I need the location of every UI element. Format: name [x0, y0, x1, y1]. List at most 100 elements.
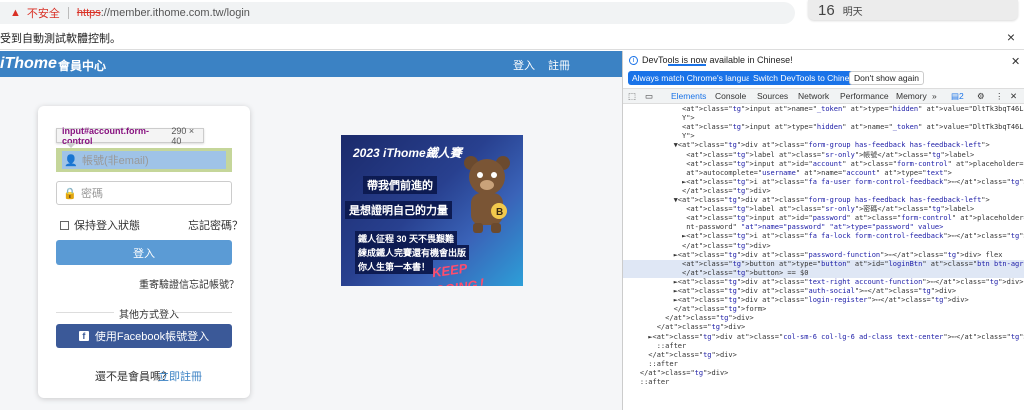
tab-network[interactable]: Network [798, 91, 829, 101]
account-input[interactable]: 👤 帳號(非email) [62, 151, 226, 169]
facebook-login-label: 使用Facebook帳號登入 [94, 331, 210, 343]
forgot-account-link[interactable]: 忘記帳號？ [189, 276, 239, 291]
tab-console[interactable]: Console [715, 91, 746, 101]
warning-icon[interactable]: ▲ [10, 7, 21, 19]
device-toolbar-icon[interactable]: ▭ [645, 91, 653, 102]
match-language-button[interactable]: Always match Chrome's language [628, 71, 765, 85]
close-icon[interactable]: × [1004, 30, 1018, 44]
dom-node-line[interactable]: <at">class="tg">input at">id="password" … [623, 214, 1024, 223]
dom-node-line[interactable]: <at">class="tg">input at">name="_token" … [623, 105, 1024, 114]
address-bar[interactable]: ▲ 不安全 https://member.ithome.com.tw/login [0, 2, 795, 24]
dom-node-line[interactable]: ::after [623, 342, 1024, 351]
dom-node-line[interactable]: ::after [623, 360, 1024, 369]
divider [174, 312, 232, 313]
inspect-element-icon[interactable]: ⬚ [628, 91, 636, 102]
dom-node-line[interactable]: ::after [623, 378, 1024, 387]
dom-node-line[interactable]: ►<at">class="tg">i at">class="fa fa-lock… [623, 232, 1024, 241]
dom-node-line[interactable]: ►<at">class="tg">div at">class="auth-soc… [623, 287, 1024, 296]
dom-node-line[interactable]: ►<at">class="tg">div at">class="col-sm-6… [623, 333, 1024, 342]
dom-node-line[interactable]: </at">class="tg">div> [623, 314, 1024, 323]
settings-gear-icon[interactable]: ⚙ [977, 91, 985, 102]
close-devtools-icon[interactable]: ✕ [1010, 91, 1017, 102]
remember-label: 保持登入狀態 [74, 220, 140, 232]
kebab-menu-icon[interactable]: ⋮ [995, 91, 1004, 102]
password-placeholder: 密碼 [81, 188, 103, 200]
dom-node-line[interactable]: <at">class="tg">input at">type="hidden" … [623, 123, 1024, 132]
weather-day-label: 明天 [842, 6, 863, 18]
facebook-login-button[interactable]: f 使用Facebook帳號登入 [56, 324, 232, 348]
close-icon[interactable]: ✕ [1011, 55, 1020, 68]
url-scheme[interactable]: https [77, 7, 101, 19]
dom-node-line[interactable]: at">autocomplete="username" at">name="ac… [623, 169, 1024, 178]
dom-node-line[interactable]: ►<at">class="tg">i at">class="fa fa-user… [623, 178, 1024, 187]
more-tabs-icon[interactable]: » [932, 91, 937, 101]
web-page: iThome 會員中心 登入 註冊 input#account.form-con… [0, 51, 622, 410]
tab-performance[interactable]: Performance [840, 91, 889, 101]
dom-node-line[interactable]: </at">class="tg">div> [623, 242, 1024, 251]
weather-temperature: 16 [818, 1, 835, 19]
dom-node-line[interactable]: <at">class="tg">label at">class="sr-only… [623, 205, 1024, 214]
ad-text-line4: 練成鐵人完賽還有機會出版 [355, 245, 470, 260]
tooltip-size: 290 × 40 [171, 125, 195, 146]
issues-badge[interactable]: ▤2 [951, 91, 964, 102]
tab-elements[interactable]: Elements [671, 91, 706, 101]
dom-node-line[interactable]: ►<at">class="tg">div at">class="text-rig… [623, 278, 1024, 287]
register-now-link[interactable]: 立即註冊 [158, 368, 202, 384]
dont-show-again-button[interactable]: Don't show again [849, 71, 924, 85]
security-label[interactable]: 不安全 [27, 5, 60, 21]
elements-tree[interactable]: <at">class="tg">input at">name="_token" … [623, 105, 1024, 410]
nav-register-link[interactable]: 註冊 [548, 57, 570, 73]
ad-banner[interactable]: 2023 iThome鐵人賽 帶我們前進的 是想證明自己的力量 鐵人征程 30 … [341, 135, 523, 286]
dom-node-line[interactable]: ▼<at">class="tg">div at">class="form-gro… [623, 141, 1024, 150]
remember-checkbox[interactable] [60, 220, 69, 230]
dom-node-line[interactable]: Y"> [623, 114, 1024, 123]
dom-node-line[interactable]: <at">class="tg">input at">id="account" a… [623, 160, 1024, 169]
facebook-icon: f [78, 331, 89, 341]
devtools-info-text: DevTools is now available in Chinese! [642, 55, 793, 65]
ad-text-line3: 鐵人征程 30 天不畏艱難 [355, 231, 458, 246]
tab-sources[interactable]: Sources [757, 91, 788, 101]
svg-text:B: B [496, 207, 503, 218]
dom-node-line[interactable]: </at">class="tg">div> [623, 323, 1024, 332]
ad-slogan-line1: 帶我們前進的 [363, 176, 437, 194]
resend-verification-link[interactable]: 重寄驗證信 [139, 276, 189, 291]
user-icon: 👤 [64, 154, 78, 167]
account-placeholder: 帳號(非email) [82, 155, 149, 167]
active-tab-indicator [668, 64, 706, 66]
dom-node-line[interactable]: </at">class="tg">button> == $0 [623, 268, 1024, 278]
dom-node-line[interactable]: </at">class="tg">div> [623, 351, 1024, 360]
dom-node-line[interactable]: nt-password" "at">name="password" "at">t… [623, 223, 1024, 232]
dom-node-line[interactable]: Y"> [623, 132, 1024, 141]
weather-widget[interactable]: 16 明天 [808, 0, 1018, 20]
ad-title: 2023 iThome鐵人賽 [353, 146, 462, 160]
ad-text-line5: 你人生第一本書！ [355, 259, 434, 274]
automation-infobar: 受到自動測試軟體控制。 [0, 26, 1024, 50]
password-input[interactable]: 🔒 密碼 [56, 181, 232, 205]
tab-memory[interactable]: Memory [896, 91, 927, 101]
issues-count: 2 [959, 91, 964, 101]
separator [67, 7, 69, 19]
automation-text: 受到自動測試軟體控制。 [0, 32, 121, 45]
dom-node-line[interactable]: ▼<at">class="tg">div at">class="form-gro… [623, 196, 1024, 205]
url-text[interactable]: ://member.ithome.com.tw/login [101, 7, 250, 19]
login-button[interactable]: 登入 [56, 240, 232, 265]
dom-node-line[interactable]: </at">class="tg">form> [623, 305, 1024, 314]
nav-login-link[interactable]: 登入 [513, 57, 535, 73]
inspect-tooltip: input#account.form-control 290 × 40 [56, 125, 204, 146]
remember-me[interactable]: 保持登入狀態 [60, 217, 140, 233]
dom-node-line[interactable]: <at">class="tg">label at">class="sr-only… [623, 151, 1024, 160]
info-icon: i [629, 55, 638, 65]
switch-language-button[interactable]: Switch DevTools to Chinese [749, 71, 863, 85]
dom-node-line[interactable]: <at">class="tg">button at">type="button"… [623, 259, 1024, 269]
site-logo[interactable]: iThome [0, 55, 57, 73]
dom-node-line[interactable]: ►<at">class="tg">div at">class="password… [623, 251, 1024, 260]
divider [56, 312, 114, 313]
forgot-password-link[interactable]: 忘記密碼？ [188, 217, 243, 233]
devtools-tabbar: ⬚ ▭ Elements Console Sources Network Per… [623, 88, 1024, 104]
dom-node-line[interactable]: </at">class="tg">div> [623, 187, 1024, 196]
site-logo-subtitle[interactable]: 會員中心 [58, 57, 106, 74]
dom-node-line[interactable]: </at">class="tg">div> [623, 369, 1024, 378]
dom-node-line[interactable]: ►<at">class="tg">div at">class="login-re… [623, 296, 1024, 305]
other-login-heading: 其他方式登入 [119, 310, 179, 321]
bear-mascot-icon: B [464, 156, 510, 233]
